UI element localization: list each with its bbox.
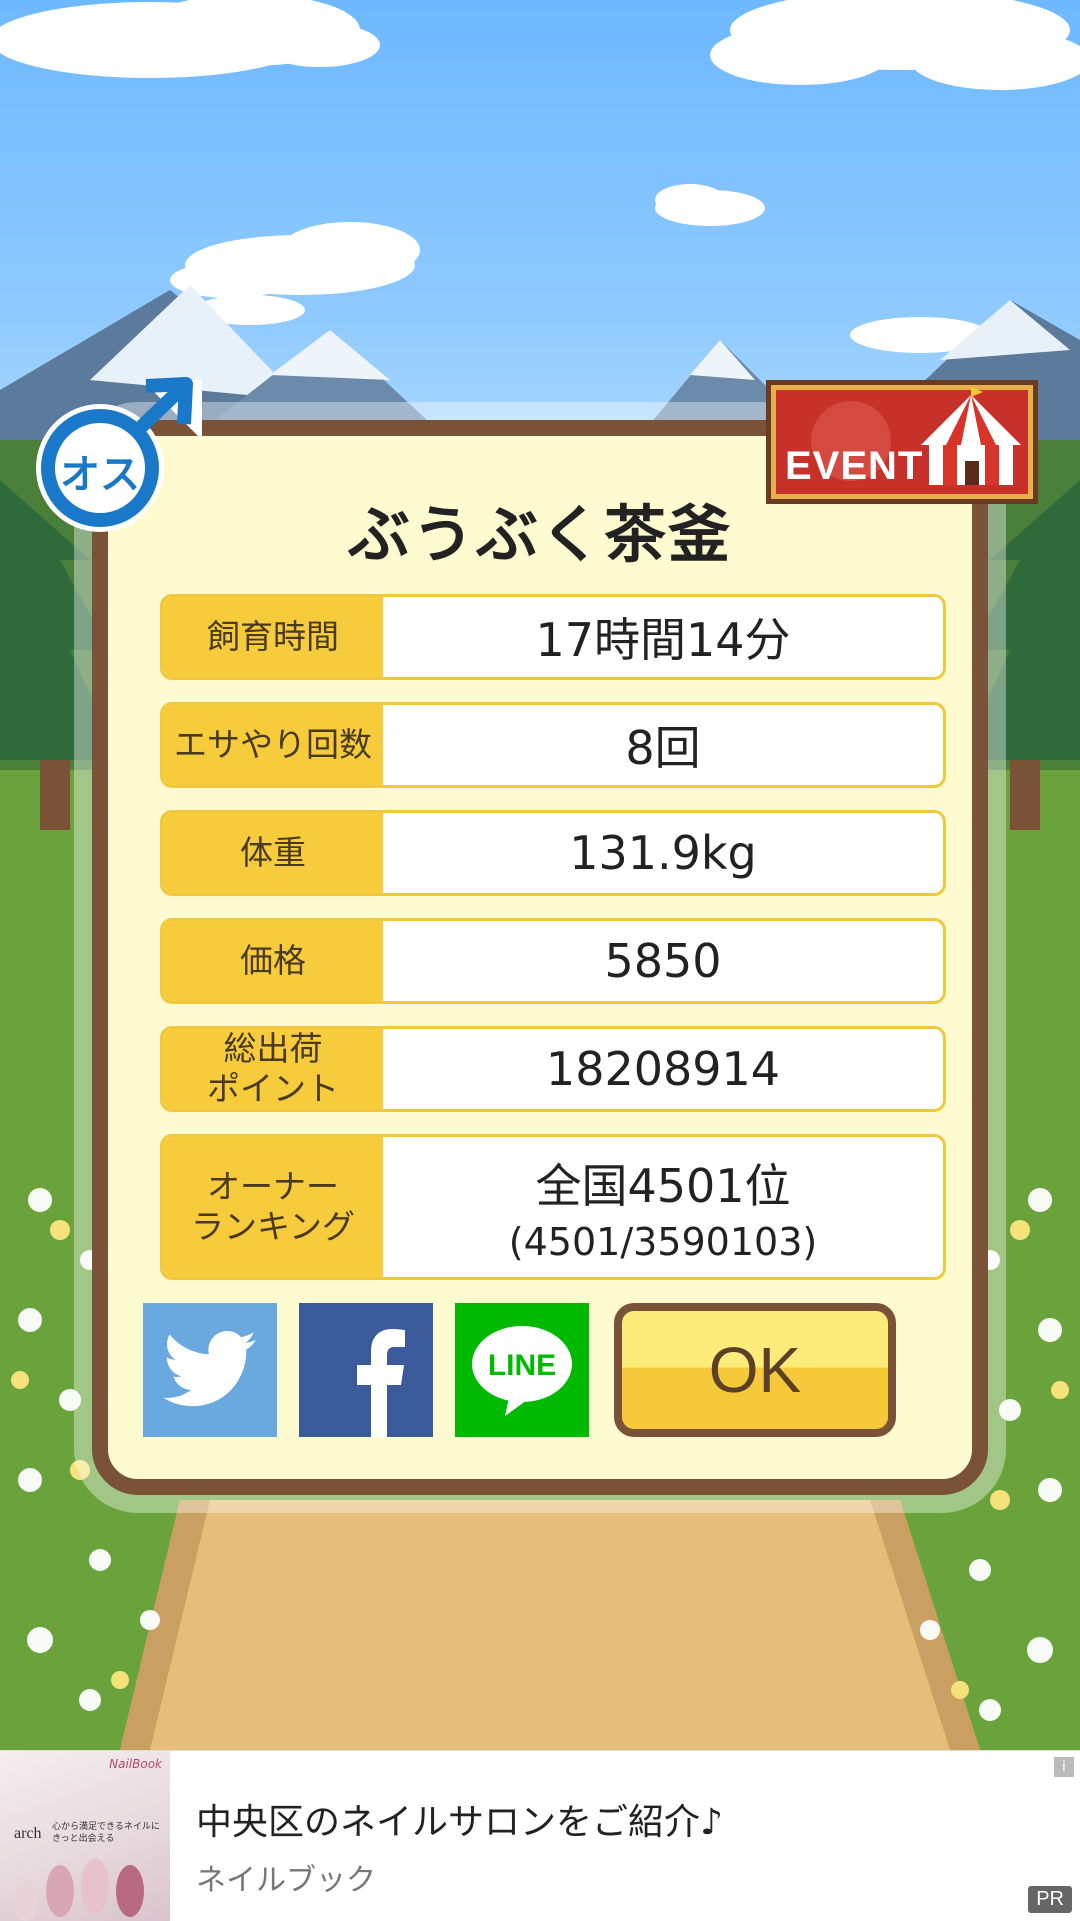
stat-value: 131.9kg — [569, 826, 757, 880]
ad-thumbnail: NailBook arch 心から満足できるネイルにきっと出会える — [0, 1751, 170, 1921]
stat-row-feed-count: エサやり回数 8回 — [160, 702, 946, 788]
ranking-detail: (4501/3590103) — [508, 1220, 818, 1264]
facebook-f-icon — [357, 1329, 405, 1437]
ok-button[interactable]: OK — [614, 1303, 896, 1437]
stat-label: エサやり回数 — [163, 705, 383, 785]
stat-value: 17時間14分 — [535, 613, 791, 667]
ad-info-icon[interactable]: i — [1054, 1757, 1074, 1777]
gender-label: オス — [60, 452, 140, 498]
stat-value: 18208914 — [545, 1042, 781, 1096]
gender-badge: オス — [34, 372, 204, 537]
ad-headline[interactable]: 中央区のネイルサロンをご紹介♪ — [196, 1793, 723, 1845]
ad-banner[interactable]: NailBook arch 心から満足できるネイルにきっと出会える 中央区のネイ… — [0, 1750, 1080, 1921]
share-line-button[interactable]: LINE — [455, 1303, 589, 1437]
stat-label: 体重 — [163, 813, 383, 893]
stat-value: 全国4501位 (4501/3590103) — [508, 1159, 818, 1264]
stat-row-owner-ranking: オーナー ランキング 全国4501位 (4501/3590103) — [160, 1134, 946, 1280]
stat-label: オーナー ランキング — [163, 1137, 383, 1277]
twitter-bird-icon — [163, 1331, 256, 1407]
stat-label: 飼育時間 — [163, 597, 383, 677]
stat-row-total-points: 総出荷 ポイント 18208914 — [160, 1026, 946, 1112]
stat-value: 8回 — [625, 721, 701, 775]
share-facebook-button[interactable] — [299, 1303, 433, 1437]
share-twitter-button[interactable] — [143, 1303, 277, 1437]
line-label: LINE — [487, 1349, 557, 1382]
event-button[interactable]: EVENT — [766, 380, 1038, 504]
stat-label: 価格 — [163, 921, 383, 1001]
stat-row-breeding-time: 飼育時間 17時間14分 — [160, 594, 946, 680]
stat-row-weight: 体重 131.9kg — [160, 810, 946, 896]
event-label: EVENT — [785, 444, 924, 488]
ad-pr-badge: PR — [1028, 1886, 1072, 1913]
nail-image — [13, 1858, 144, 1921]
stat-label: 総出荷 ポイント — [163, 1029, 383, 1109]
stat-value: 5850 — [604, 934, 722, 988]
stat-row-price: 価格 5850 — [160, 918, 946, 1004]
ad-source: ネイルブック — [196, 1863, 376, 1898]
